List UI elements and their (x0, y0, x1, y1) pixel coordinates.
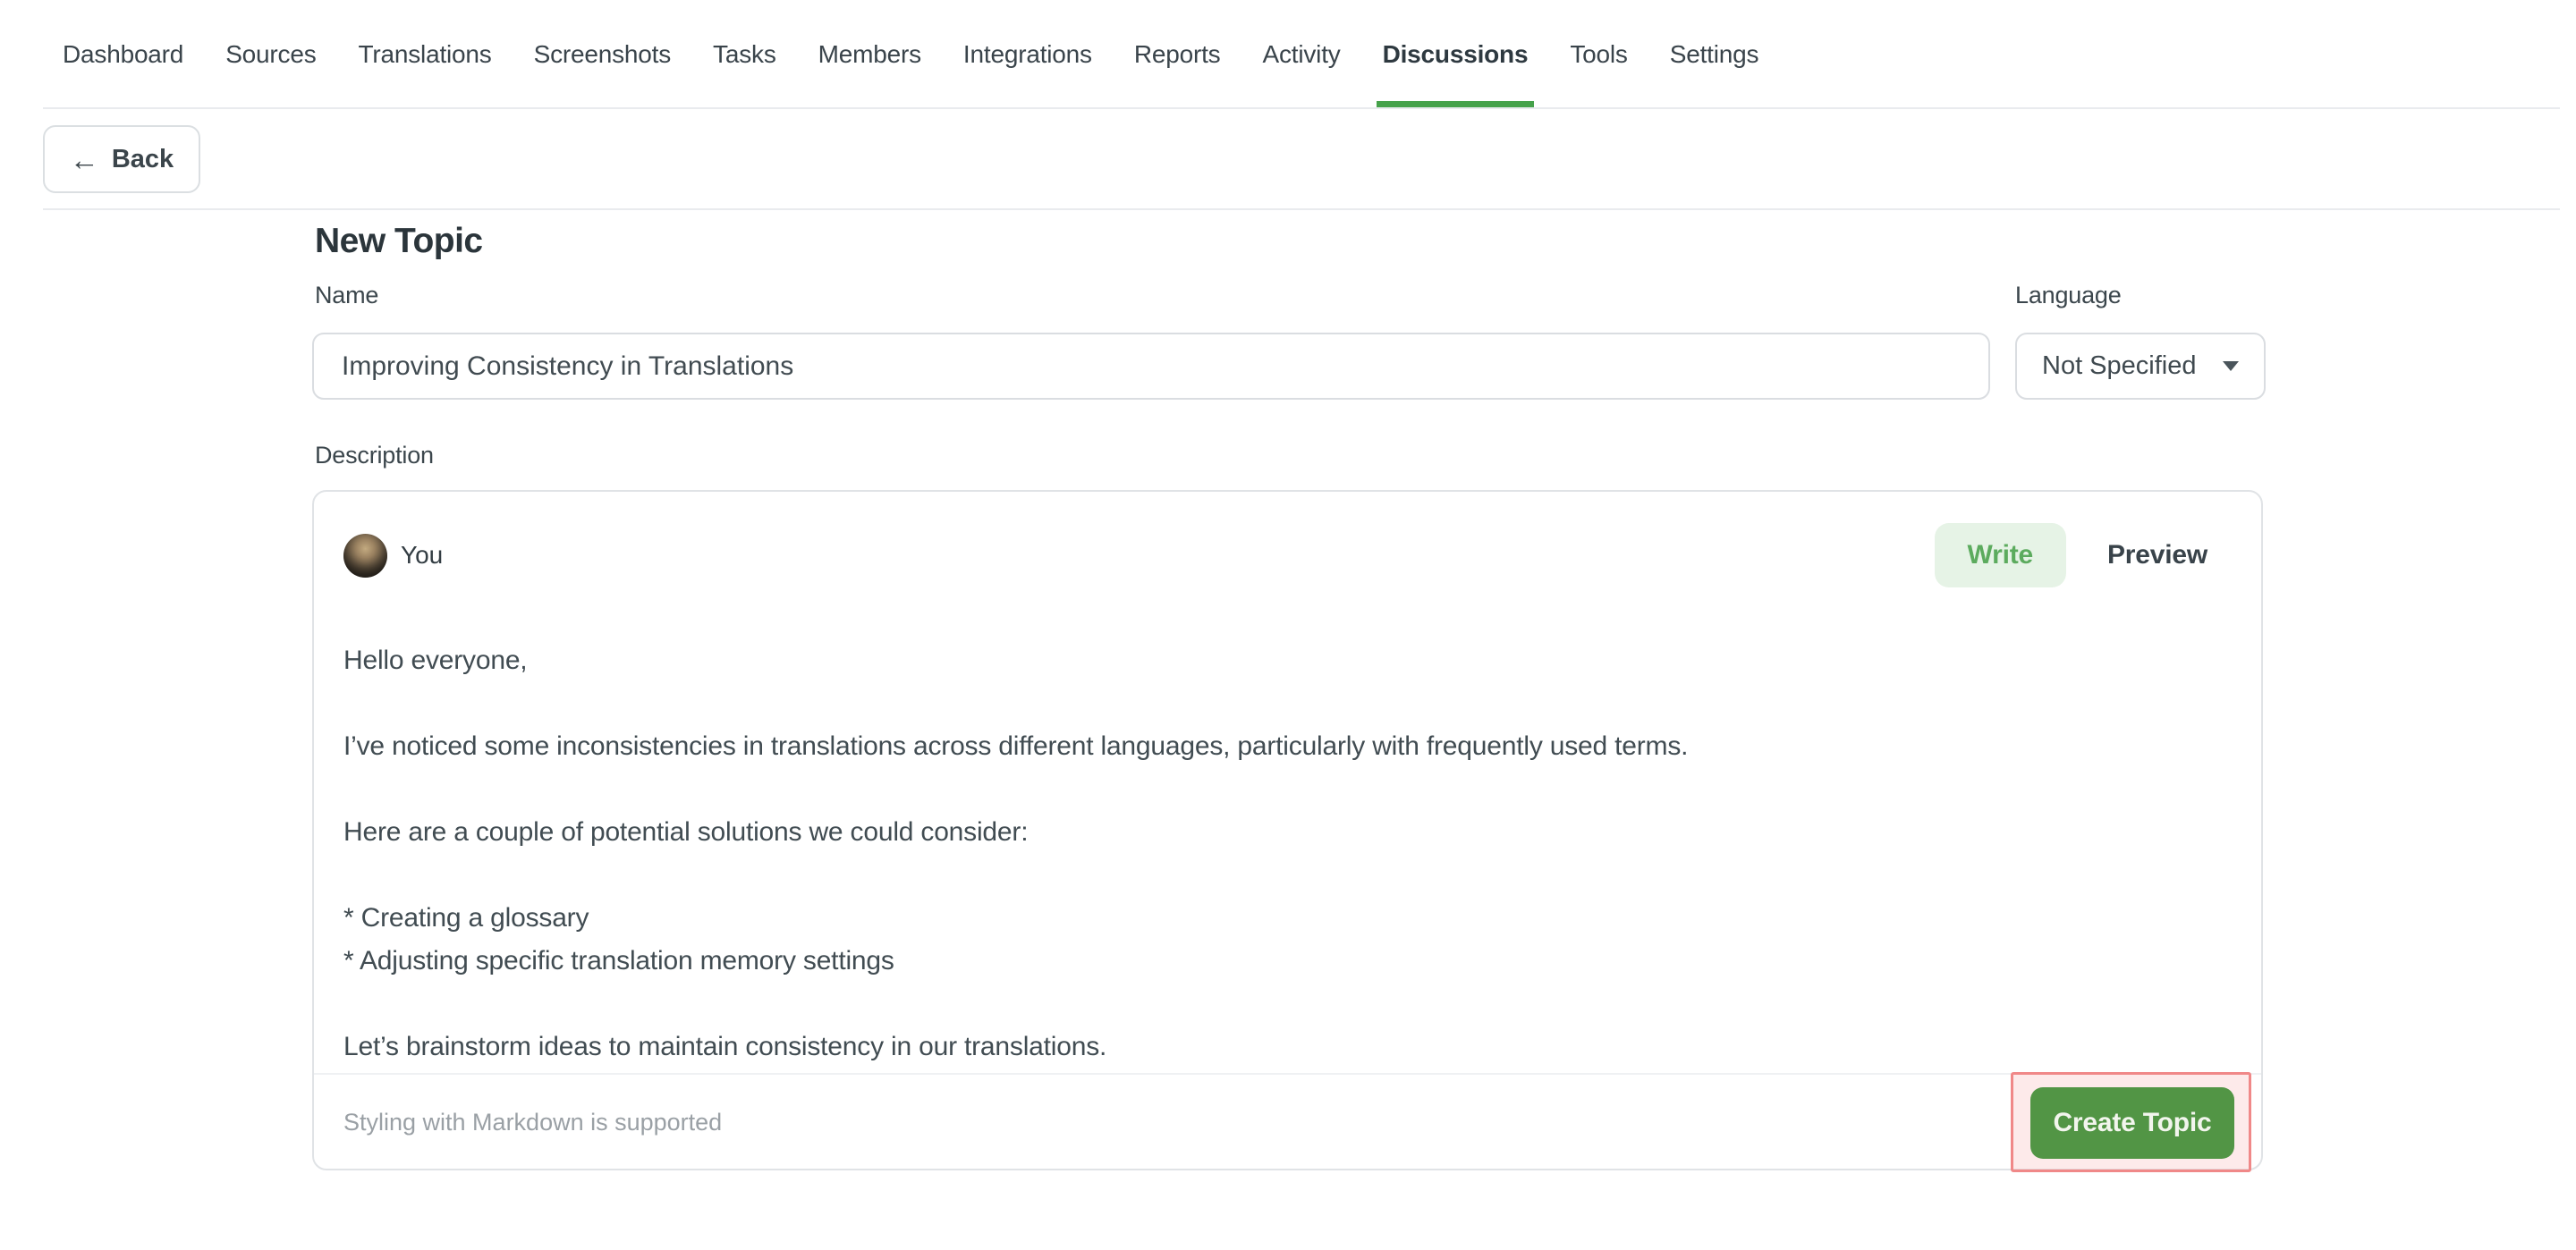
app-root: Dashboard Sources Translations Screenshots T… (0, 0, 2576, 1250)
name-input[interactable] (312, 333, 1990, 400)
editor-header: You Write Preview (343, 523, 2207, 587)
markdown-hint: Styling with Markdown is supported (343, 1109, 722, 1136)
back-label: Back (112, 145, 174, 174)
nav-item-members[interactable]: Members (818, 0, 921, 109)
name-label: Name (315, 282, 378, 309)
tab-write[interactable]: Write (1935, 523, 2066, 587)
editor-footer: Styling with Markdown is supported (343, 1075, 722, 1170)
nav-item-integrations[interactable]: Integrations (963, 0, 1092, 109)
language-label: Language (2015, 282, 2122, 309)
description-label: Description (315, 442, 434, 469)
main-nav: Dashboard Sources Translations Screenshots T… (0, 0, 2576, 109)
author-block: You (343, 534, 443, 578)
nav-item-discussions[interactable]: Discussions (1383, 0, 1529, 109)
back-button[interactable]: ← Back (43, 125, 200, 193)
nav-item-sources[interactable]: Sources (225, 0, 316, 109)
author-name: You (401, 541, 443, 570)
create-topic-button[interactable]: Create Topic (2030, 1087, 2234, 1159)
description-card: You Write Preview Hello everyone, I’ve no… (312, 490, 2263, 1170)
nav-item-activity[interactable]: Activity (1263, 0, 1341, 109)
nav-item-tasks[interactable]: Tasks (713, 0, 776, 109)
language-selected-value: Not Specified (2042, 351, 2197, 381)
header-divider (43, 208, 2560, 210)
language-dropdown[interactable]: Not Specified (2015, 333, 2266, 400)
nav-item-screenshots[interactable]: Screenshots (534, 0, 671, 109)
nav-item-translations[interactable]: Translations (359, 0, 492, 109)
user-avatar (343, 534, 387, 578)
editor-paragraph: Let’s brainstorm ideas to maintain consi… (343, 1026, 2225, 1068)
arrow-left-icon: ← (70, 145, 99, 174)
editor-paragraph: * Creating a glossary * Adjusting specif… (343, 897, 2225, 983)
description-editor[interactable]: Hello everyone, I’ve noticed some inconsi… (343, 639, 2225, 1111)
page-title: New Topic (315, 222, 483, 261)
tab-preview[interactable]: Preview (2107, 540, 2207, 570)
editor-paragraph: Here are a couple of potential solutions… (343, 811, 2225, 854)
editor-tabs: Write Preview (1935, 523, 2207, 587)
nav-item-dashboard[interactable]: Dashboard (63, 0, 183, 109)
editor-paragraph: I’ve noticed some inconsistencies in tra… (343, 725, 2225, 768)
editor-paragraph: Hello everyone, (343, 639, 2225, 682)
nav-item-settings[interactable]: Settings (1670, 0, 1759, 109)
nav-item-tools[interactable]: Tools (1570, 0, 1627, 109)
nav-divider (43, 107, 2560, 109)
nav-item-reports[interactable]: Reports (1134, 0, 1221, 109)
chevron-down-icon (2223, 361, 2239, 371)
